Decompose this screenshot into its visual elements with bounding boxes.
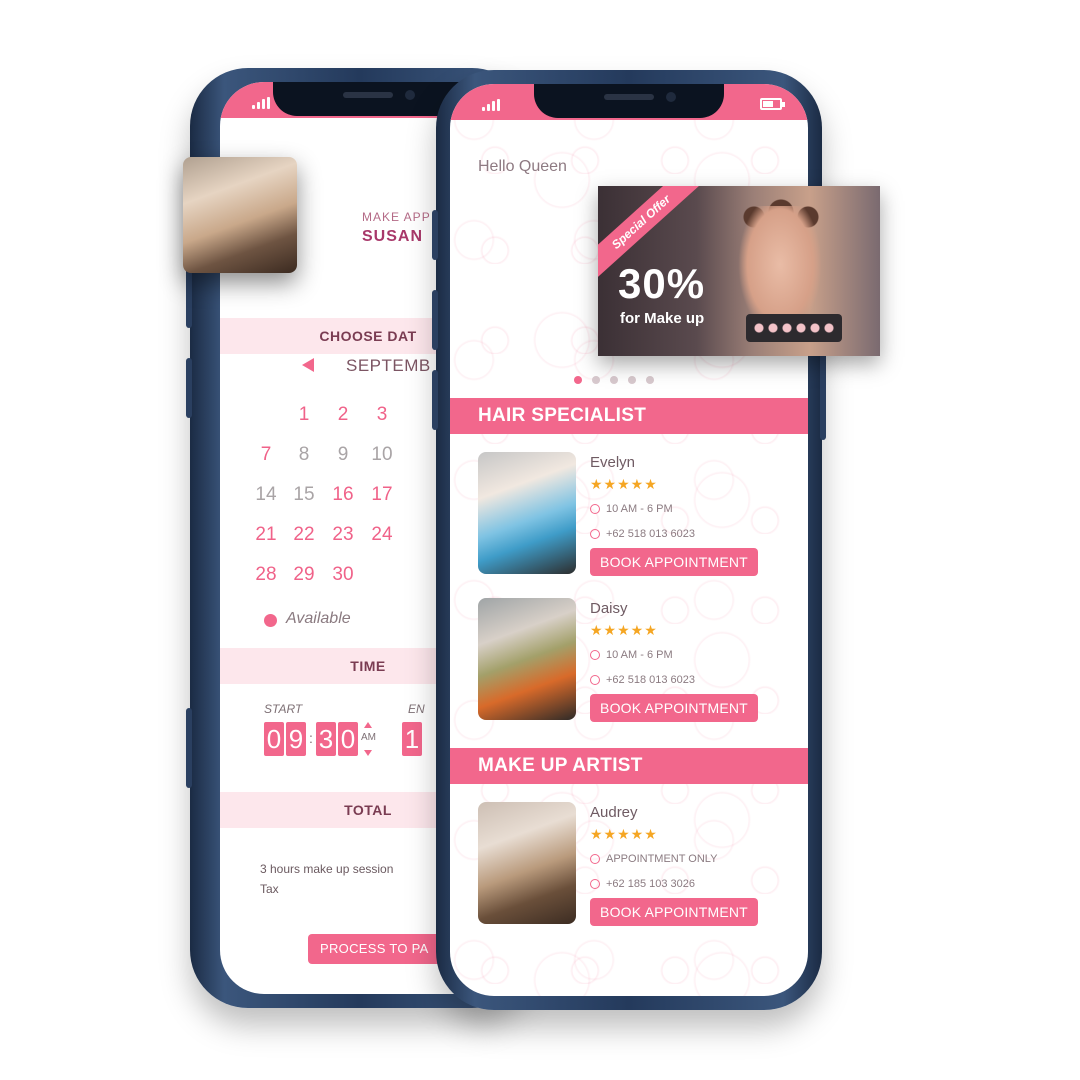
section-header: MAKE UP ARTIST xyxy=(450,748,808,784)
rating-stars: ★★★★★ xyxy=(590,826,658,842)
calendar-day: 15 xyxy=(293,484,315,505)
specialist-name: Audrey xyxy=(590,804,638,821)
volume-button xyxy=(432,210,438,260)
meridiem-label: AM xyxy=(361,732,376,743)
signal-icon xyxy=(252,97,272,109)
start-minute-digit[interactable]: 3 xyxy=(316,722,336,756)
calendar-day[interactable]: 17 xyxy=(364,484,400,506)
phone-number: +62 518 013 6023 xyxy=(606,528,696,540)
calendar-day[interactable]: 22 xyxy=(286,524,322,546)
calendar-day[interactable]: 3 xyxy=(364,404,400,426)
working-hours: 10 AM - 6 PM xyxy=(606,649,673,661)
start-minute-digit[interactable]: 0 xyxy=(338,722,358,756)
calendar-day: 8 xyxy=(298,444,310,465)
available-legend-icon xyxy=(264,614,277,627)
signal-icon xyxy=(482,99,502,111)
calendar-day[interactable]: 1 xyxy=(286,404,322,426)
battery-icon xyxy=(760,98,785,110)
calendar-day[interactable]: 28 xyxy=(248,564,284,586)
carousel-dot[interactable] xyxy=(574,376,582,384)
specialist-name: Evelyn xyxy=(590,454,636,471)
book-appointment-button[interactable]: BOOK APPOINTMENT xyxy=(590,694,758,722)
discount-subtitle: for Make up xyxy=(620,310,705,327)
calendar-day[interactable]: 21 xyxy=(248,524,284,546)
phone-number: +62 518 013 6023 xyxy=(606,674,696,686)
specialist-name: Daisy xyxy=(590,600,628,617)
specialist-photo xyxy=(478,598,576,720)
calendar-day[interactable]: 24 xyxy=(364,524,400,546)
carousel-dot[interactable] xyxy=(646,376,654,384)
line-item: Tax xyxy=(260,882,279,896)
calendar-day: 10 xyxy=(371,444,393,465)
specialist-photo xyxy=(478,452,576,574)
appointment-label: MAKE APP xyxy=(362,210,431,224)
carousel-dot[interactable] xyxy=(610,376,618,384)
calendar-day[interactable]: 7 xyxy=(248,444,284,466)
power-button xyxy=(820,350,826,440)
clock-icon xyxy=(590,854,600,864)
specialist-name: SUSAN xyxy=(362,228,424,245)
clock-icon xyxy=(590,504,600,514)
whatsapp-icon xyxy=(590,529,600,539)
specialist-photo xyxy=(183,157,297,273)
end-hour-digit[interactable]: 1 xyxy=(402,722,422,756)
calendar-day: 14 xyxy=(255,484,277,505)
volume-button xyxy=(432,370,438,430)
month-label: SEPTEMB xyxy=(346,356,431,375)
carousel-dot[interactable] xyxy=(628,376,636,384)
end-label: EN xyxy=(408,702,425,716)
working-hours: 10 AM - 6 PM xyxy=(606,503,673,515)
rating-stars: ★★★★★ xyxy=(590,476,658,492)
calendar-day[interactable]: 30 xyxy=(325,564,361,586)
carousel-dot[interactable] xyxy=(592,376,600,384)
calendar-day[interactable]: 23 xyxy=(325,524,361,546)
volume-button xyxy=(186,358,192,418)
notch xyxy=(273,82,463,116)
start-hour-digit[interactable]: 9 xyxy=(286,722,306,756)
palette-image xyxy=(746,314,842,342)
special-offer-banner[interactable]: Special Offer 30% for Make up xyxy=(598,186,880,356)
volume-button xyxy=(186,268,192,328)
calendar-day: 9 xyxy=(337,444,349,465)
volume-button xyxy=(432,290,438,350)
discount-value: 30% xyxy=(618,260,706,307)
book-appointment-button[interactable]: BOOK APPOINTMENT xyxy=(590,898,758,926)
time-separator: : xyxy=(309,730,313,746)
notch xyxy=(534,84,724,118)
specialist-photo xyxy=(478,802,576,924)
prev-month-icon[interactable] xyxy=(302,358,314,372)
phone-number: +62 185 103 3026 xyxy=(606,878,696,890)
side-button xyxy=(186,708,192,788)
calendar-day[interactable]: 16 xyxy=(325,484,361,506)
calendar-day[interactable]: 2 xyxy=(325,404,361,426)
whatsapp-icon xyxy=(590,879,600,889)
clock-icon xyxy=(590,650,600,660)
rating-stars: ★★★★★ xyxy=(590,622,658,638)
calendar-day[interactable]: 29 xyxy=(286,564,322,586)
meridiem-down-icon[interactable] xyxy=(364,750,372,756)
available-legend-label: Available xyxy=(286,610,351,627)
section-header: HAIR SPECIALIST xyxy=(450,398,808,434)
start-label: START xyxy=(264,702,303,716)
meridiem-up-icon[interactable] xyxy=(364,722,372,728)
whatsapp-icon xyxy=(590,675,600,685)
start-hour-digit[interactable]: 0 xyxy=(264,722,284,756)
working-hours: APPOINTMENT ONLY xyxy=(606,853,718,865)
book-appointment-button[interactable]: BOOK APPOINTMENT xyxy=(590,548,758,576)
line-item: 3 hours make up session xyxy=(260,862,394,876)
greeting-text: Hello Queen xyxy=(478,158,567,175)
